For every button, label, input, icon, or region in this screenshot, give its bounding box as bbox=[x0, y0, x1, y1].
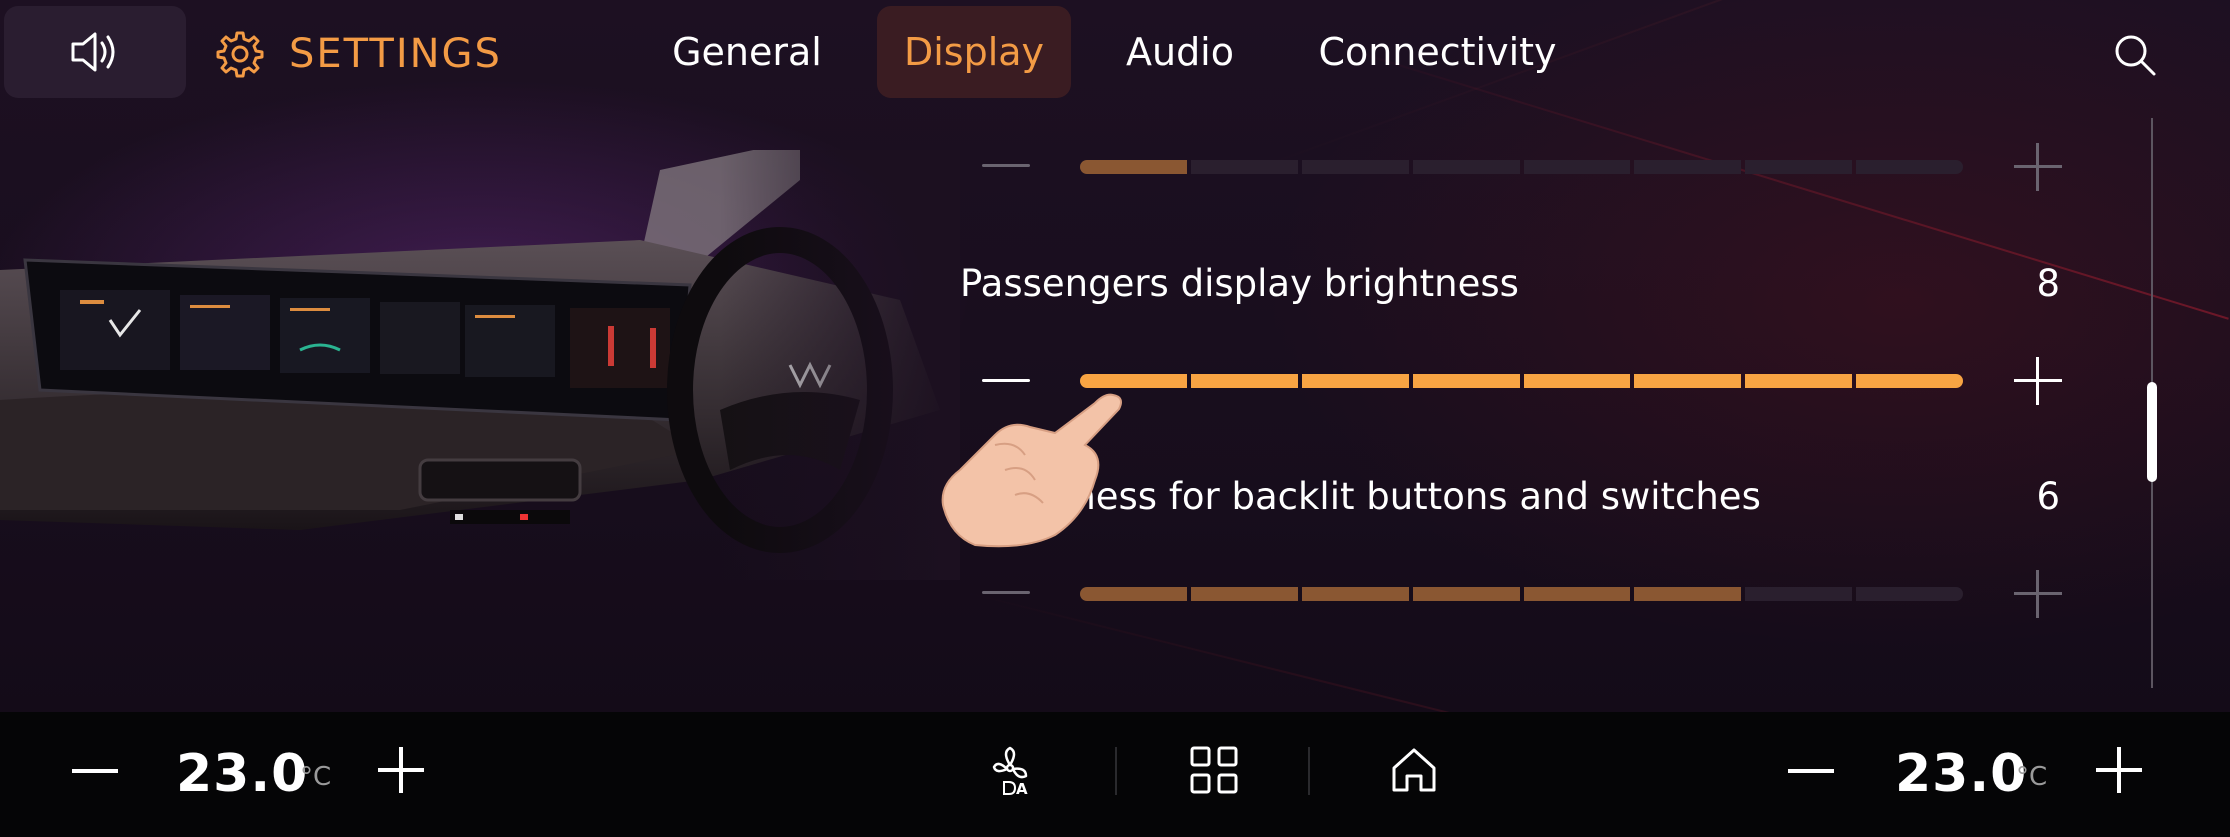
slider-segment bbox=[1412, 374, 1520, 388]
right-temperature: 23.0 bbox=[1895, 744, 2028, 804]
fan-auto-icon: A bbox=[992, 746, 1028, 798]
left-temperature: 23.0 bbox=[176, 744, 309, 804]
apps-button[interactable] bbox=[1186, 742, 1242, 798]
slider-segment bbox=[1190, 374, 1298, 388]
search-icon bbox=[2115, 35, 2156, 76]
decrease-button[interactable] bbox=[982, 572, 1030, 612]
slider-segment bbox=[1523, 587, 1631, 601]
tab-label: Display bbox=[903, 30, 1045, 74]
slider-segment bbox=[1856, 160, 1963, 174]
right-temp-increase-button[interactable] bbox=[2096, 747, 2142, 793]
right-temp-unit: °C bbox=[2016, 762, 2048, 792]
increase-button[interactable] bbox=[2014, 357, 2062, 405]
slider-segment bbox=[1301, 374, 1409, 388]
settings-heading: SETTINGS bbox=[215, 26, 502, 82]
slider-segment bbox=[1745, 587, 1853, 601]
passengers-brightness-slider[interactable] bbox=[1080, 374, 1963, 388]
slider-segment bbox=[1745, 160, 1853, 174]
slider-segment bbox=[1080, 587, 1187, 601]
slider-segment bbox=[1634, 374, 1742, 388]
slider-segment bbox=[1301, 160, 1409, 174]
climate-bar: 23.0 °C A 23.0 °C bbox=[0, 712, 2230, 837]
volume-button[interactable] bbox=[4, 6, 186, 98]
brightness-slider[interactable] bbox=[1080, 160, 1963, 174]
tab-label: Audio bbox=[1125, 30, 1234, 74]
slider-segment bbox=[1190, 587, 1298, 601]
scrollbar-thumb[interactable] bbox=[2147, 382, 2157, 482]
right-temp-decrease-button[interactable] bbox=[1788, 769, 1834, 773]
gear-icon bbox=[216, 31, 264, 78]
divider bbox=[1308, 747, 1310, 795]
slider-segment bbox=[1634, 587, 1742, 601]
setting-value: 6 bbox=[2036, 475, 2060, 518]
slider-segment bbox=[1412, 160, 1520, 174]
volume-icon bbox=[71, 32, 115, 72]
slider-segment bbox=[1190, 160, 1298, 174]
left-temp-unit: °C bbox=[300, 762, 332, 792]
setting-value: 8 bbox=[2036, 262, 2060, 305]
left-temp-decrease-button[interactable] bbox=[72, 769, 118, 773]
svg-text:A: A bbox=[1016, 780, 1028, 798]
top-bar: SETTINGS General Display Audio Connectiv… bbox=[0, 0, 2230, 110]
home-icon bbox=[1392, 748, 1436, 792]
slider-segment bbox=[1301, 587, 1409, 601]
increase-button[interactable] bbox=[2014, 570, 2062, 618]
home-button[interactable] bbox=[1386, 742, 1442, 798]
left-temp-increase-button[interactable] bbox=[378, 747, 424, 793]
slider-segment bbox=[1523, 374, 1631, 388]
tab-audio[interactable]: Audio bbox=[1102, 6, 1258, 98]
slider-segment bbox=[1412, 587, 1520, 601]
slider-segment bbox=[1856, 374, 1963, 388]
tab-general[interactable]: General bbox=[652, 6, 842, 98]
tab-label: General bbox=[672, 30, 822, 74]
tab-connectivity[interactable]: Connectivity bbox=[1305, 6, 1570, 98]
setting-label: Passengers display brightness bbox=[960, 262, 1519, 305]
slider-segment bbox=[1523, 160, 1631, 174]
fan-auto-button[interactable]: A bbox=[988, 742, 1044, 798]
page-title: SETTINGS bbox=[289, 31, 502, 77]
slider-segment bbox=[1856, 587, 1963, 601]
slider-segment bbox=[1634, 160, 1742, 174]
divider bbox=[1115, 747, 1117, 795]
screen: SETTINGS General Display Audio Connectiv… bbox=[0, 0, 2230, 837]
car-interior-image bbox=[0, 150, 960, 580]
slider-segment bbox=[1080, 160, 1187, 174]
backlit-brightness-slider[interactable] bbox=[1080, 587, 1963, 601]
slider-segment bbox=[1745, 374, 1853, 388]
increase-button[interactable] bbox=[2014, 143, 2062, 191]
search-button[interactable] bbox=[2110, 30, 2160, 80]
tab-label: Connectivity bbox=[1318, 30, 1557, 74]
tab-display[interactable]: Display bbox=[877, 6, 1071, 98]
decrease-button[interactable] bbox=[982, 145, 1030, 185]
apps-grid-icon bbox=[1190, 746, 1238, 794]
touch-hand-icon bbox=[941, 393, 1122, 548]
